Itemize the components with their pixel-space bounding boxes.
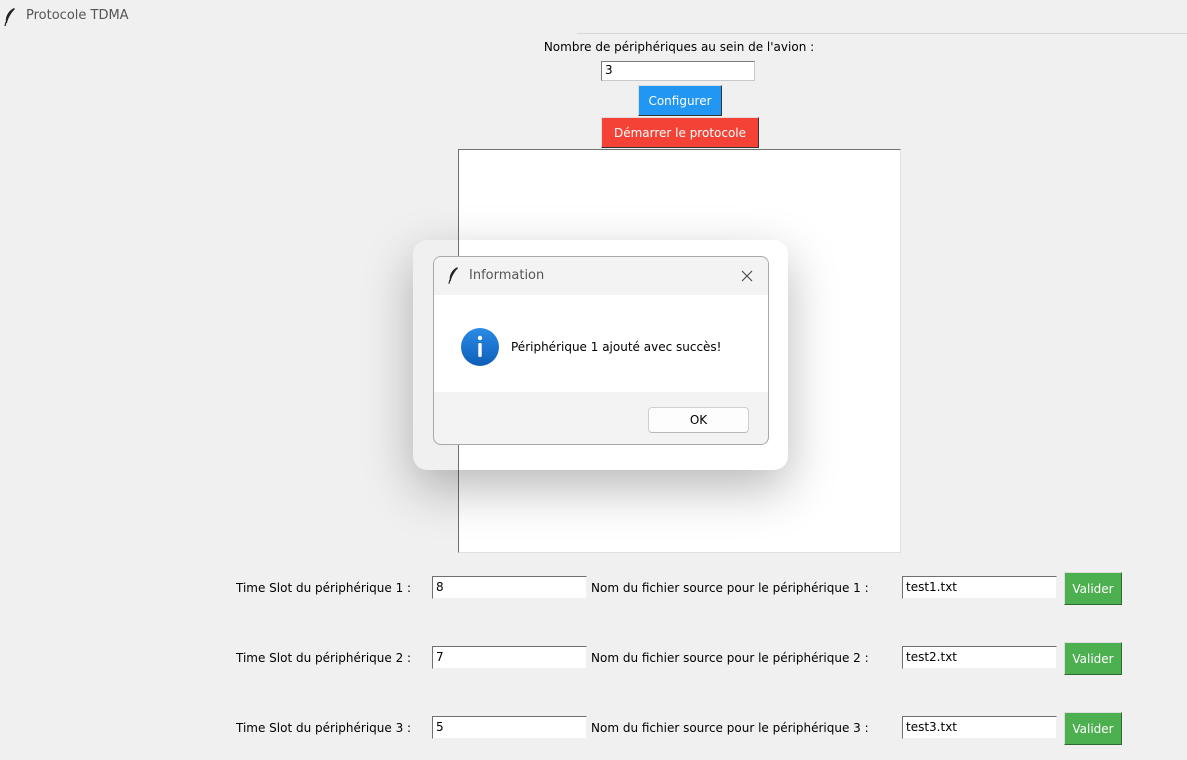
info-icon [461, 328, 499, 366]
close-icon[interactable] [739, 268, 755, 284]
slot-label-3: Time Slot du périphérique 3 : [236, 721, 412, 735]
dialog-title: Information [469, 268, 545, 283]
ok-button[interactable]: OK [648, 407, 749, 433]
device-count-label: Nombre de périphériques au sein de l'avi… [543, 40, 815, 54]
file-label-2: Nom du fichier source pour le périphériq… [591, 651, 869, 665]
validate-button-3[interactable]: Valider [1064, 712, 1122, 745]
device-count-input[interactable]: 3 [601, 61, 755, 81]
titlebar-divider [577, 33, 1187, 34]
window-titlebar: Protocole TDMA [0, 0, 1187, 34]
window-title: Protocole TDMA [26, 8, 129, 23]
slot-label-1: Time Slot du périphérique 1 : [236, 581, 412, 595]
dialog-body: Périphérique 1 ajouté avec succès! [434, 295, 768, 392]
file-input-1[interactable]: test1.txt [902, 576, 1057, 599]
validate-button-2[interactable]: Valider [1064, 642, 1122, 675]
information-dialog: Information Périphérique 1 ajouté avec s… [433, 256, 769, 445]
file-label-3: Nom du fichier source pour le périphériq… [591, 721, 869, 735]
file-input-3[interactable]: test3.txt [902, 716, 1057, 739]
dialog-titlebar[interactable]: Information [434, 257, 768, 295]
validate-button-1[interactable]: Valider [1064, 572, 1122, 605]
configure-button[interactable]: Configurer [638, 85, 722, 116]
slot-input-3[interactable]: 5 [432, 716, 587, 739]
slot-label-2: Time Slot du périphérique 2 : [236, 651, 412, 665]
feather-icon [4, 8, 15, 26]
slot-input-2[interactable]: 7 [432, 646, 587, 669]
feather-icon [448, 267, 459, 284]
start-protocol-button[interactable]: Démarrer le protocole [601, 117, 759, 148]
slot-input-1[interactable]: 8 [432, 576, 587, 599]
file-input-2[interactable]: test2.txt [902, 646, 1057, 669]
dialog-message: Périphérique 1 ajouté avec succès! [511, 340, 722, 354]
file-label-1: Nom du fichier source pour le périphériq… [591, 581, 869, 595]
